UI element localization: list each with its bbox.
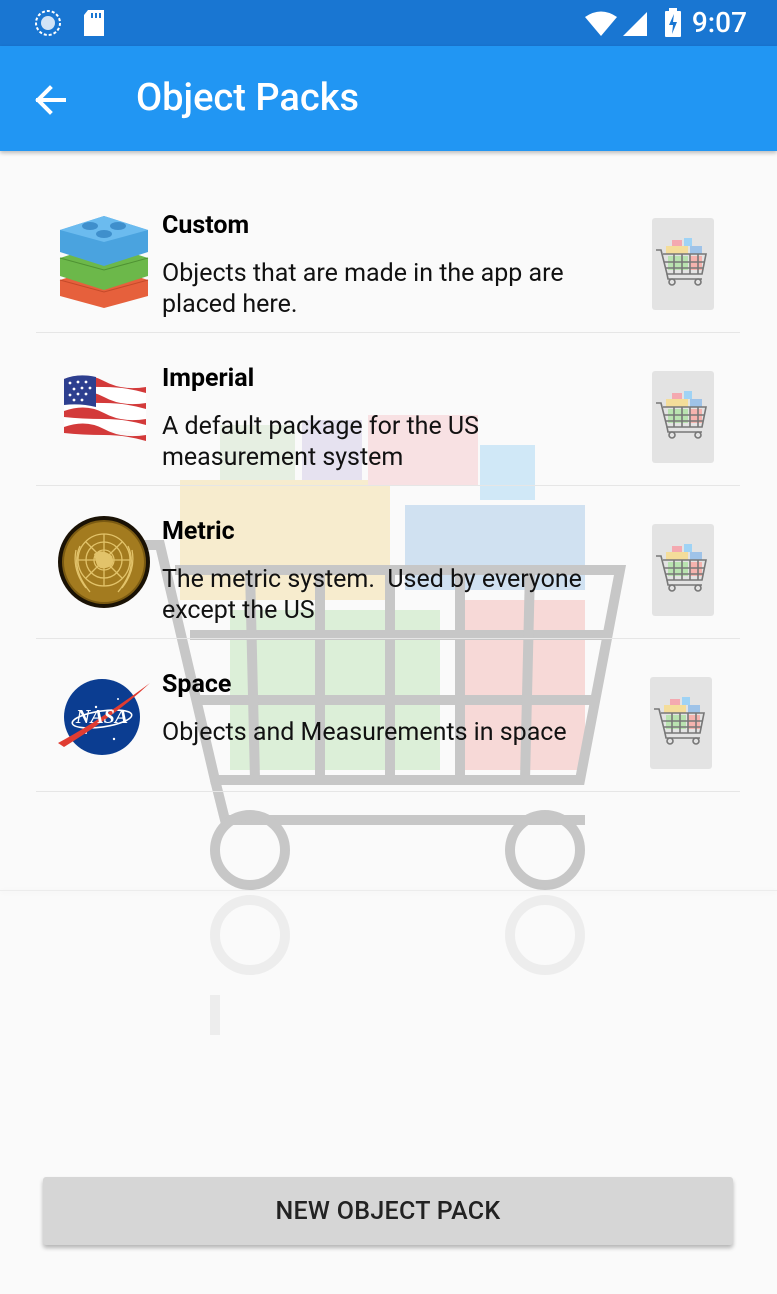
pack-store-button[interactable] [652, 371, 714, 463]
pack-description: Objects and Measurements in space [162, 718, 567, 747]
wifi-icon [585, 11, 617, 36]
back-arrow-icon[interactable] [30, 80, 70, 120]
nasa-logo-icon: NASA [58, 679, 150, 755]
un-emblem-icon [58, 516, 150, 608]
new-object-pack-button[interactable]: NEW OBJECT PACK [43, 1177, 733, 1245]
pack-store-button[interactable] [652, 218, 714, 310]
battery-charging-icon [665, 8, 681, 37]
shopping-cart-icon [656, 544, 707, 592]
pack-description: A default package for the US measurement… [162, 412, 479, 472]
sync-icon [35, 10, 61, 36]
pack-description: Objects that are made in the app are pla… [162, 259, 564, 319]
pack-row-imperial[interactable]: Imperial A default package for the US me… [36, 333, 740, 486]
status-bar: 9:07 [0, 0, 777, 46]
page-title: Object Packs [136, 76, 360, 120]
app-bar: Object Packs [0, 46, 777, 151]
status-time: 9:07 [691, 6, 747, 39]
object-pack-list: Custom Objects that are made in the app … [36, 180, 740, 792]
us-flag-icon [64, 375, 146, 441]
cell-signal-icon [623, 12, 647, 36]
lego-blocks-icon [59, 216, 149, 308]
svg-text:NASA: NASA [75, 706, 128, 728]
pack-name: Custom [162, 211, 250, 240]
pack-description: The metric system. Used by everyone exce… [162, 565, 589, 625]
pack-row-metric[interactable]: Metric The metric system. Used by everyo… [36, 486, 740, 639]
pack-store-button[interactable] [652, 524, 714, 616]
pack-row-space[interactable]: NASA Space Objects and Measurements in s… [36, 639, 740, 792]
sd-card-icon [84, 10, 104, 36]
shopping-cart-icon [656, 238, 707, 286]
shopping-cart-icon [654, 697, 705, 745]
pack-name: Imperial [162, 364, 255, 393]
list-bottom-divider [0, 890, 777, 891]
pack-store-button[interactable] [650, 677, 712, 769]
pack-row-custom[interactable]: Custom Objects that are made in the app … [36, 180, 740, 333]
shopping-cart-icon [656, 391, 707, 439]
pack-name: Space [162, 670, 232, 699]
pack-name: Metric [162, 517, 235, 546]
